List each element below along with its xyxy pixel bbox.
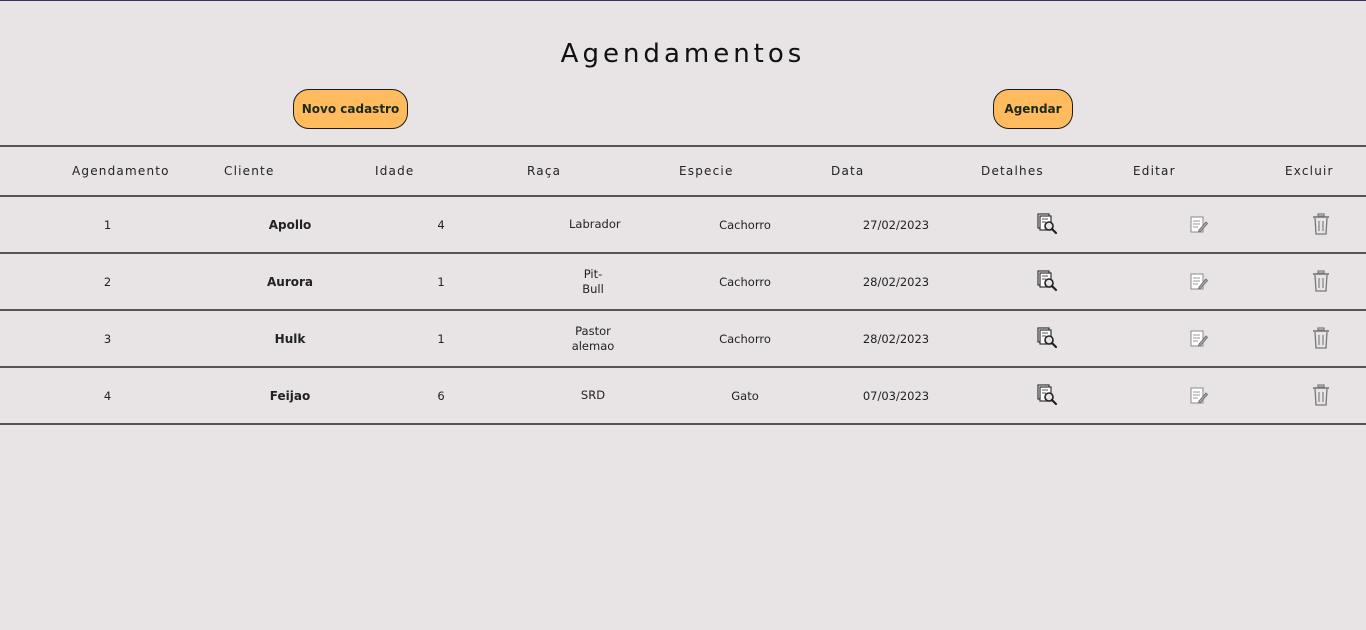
edit-cell: [1123, 310, 1275, 368]
details-cell: [971, 367, 1123, 425]
trash-icon[interactable]: [1308, 382, 1334, 408]
delete-cell: [1275, 367, 1366, 425]
col-header-cliente: Cliente: [215, 145, 365, 197]
edit-document-icon[interactable]: [1186, 269, 1212, 295]
edit-cell: [1123, 367, 1275, 425]
col-header-idade: Idade: [365, 145, 517, 197]
col-header-excluir: Excluir: [1275, 145, 1366, 197]
edit-document-icon[interactable]: [1186, 212, 1212, 238]
pet-species: Cachorro: [669, 253, 821, 311]
pet-age: 1: [365, 253, 517, 311]
appointment-date: 27/02/2023: [821, 196, 971, 254]
col-header-agendamento: Agendamento: [0, 145, 215, 197]
table-row: 2 Aurora 1 Pit-Bull Cachorro 28/02/2023: [0, 253, 1366, 311]
col-header-detalhes: Detalhes: [971, 145, 1123, 197]
client-name: Feijao: [215, 367, 365, 425]
pet-age: 4: [365, 196, 517, 254]
col-header-raca: Raça: [517, 145, 669, 197]
col-header-editar: Editar: [1123, 145, 1275, 197]
details-cell: [971, 310, 1123, 368]
appointment-id: 1: [0, 196, 215, 254]
appointment-id: 2: [0, 253, 215, 311]
appointment-date: 07/03/2023: [821, 367, 971, 425]
table-row: 4 Feijao 6 SRD Gato 07/03/2023: [0, 367, 1366, 425]
col-header-data: Data: [821, 145, 971, 197]
table-header-row: Agendamento Cliente Idade Raça Especie D…: [0, 145, 1366, 197]
trash-icon[interactable]: [1308, 211, 1334, 237]
client-name: Hulk: [215, 310, 365, 368]
appointments-table: Agendamento Cliente Idade Raça Especie D…: [0, 145, 1366, 425]
details-cell: [971, 253, 1123, 311]
pet-breed: Labrador: [517, 196, 669, 254]
edit-document-icon[interactable]: [1186, 326, 1212, 352]
client-name: Apollo: [215, 196, 365, 254]
details-search-icon[interactable]: [1034, 268, 1060, 294]
pet-species: Gato: [669, 367, 821, 425]
pet-breed: SRD: [517, 367, 669, 425]
details-cell: [971, 196, 1123, 254]
table-row: 1 Apollo 4 Labrador Cachorro 27/02/2023: [0, 196, 1366, 254]
edit-cell: [1123, 196, 1275, 254]
pet-breed: Pastor alemao: [517, 310, 669, 368]
pet-breed-label: Pit-Bull: [582, 266, 604, 296]
pet-age: 1: [365, 310, 517, 368]
pet-breed-label: Labrador: [569, 217, 621, 231]
pet-age: 6: [365, 367, 517, 425]
pet-species: Cachorro: [669, 310, 821, 368]
client-name: Aurora: [215, 253, 365, 311]
table-row: 3 Hulk 1 Pastor alemao Cachorro 28/02/20…: [0, 310, 1366, 368]
appointment-date: 28/02/2023: [821, 253, 971, 311]
delete-cell: [1275, 310, 1366, 368]
trash-icon[interactable]: [1308, 268, 1334, 294]
details-search-icon[interactable]: [1034, 325, 1060, 351]
appointment-date: 28/02/2023: [821, 310, 971, 368]
edit-cell: [1123, 253, 1275, 311]
details-search-icon[interactable]: [1034, 211, 1060, 237]
edit-document-icon[interactable]: [1186, 383, 1212, 409]
page-title: Agendamentos: [560, 39, 806, 69]
trash-icon[interactable]: [1308, 325, 1334, 351]
new-register-button[interactable]: Novo cadastro: [293, 89, 408, 129]
pet-breed: Pit-Bull: [517, 253, 669, 311]
appointment-id: 4: [0, 367, 215, 425]
details-search-icon[interactable]: [1034, 382, 1060, 408]
schedule-button[interactable]: Agendar: [993, 89, 1073, 129]
pet-species: Cachorro: [669, 196, 821, 254]
appointment-id: 3: [0, 310, 215, 368]
delete-cell: [1275, 196, 1366, 254]
pet-breed-label: SRD: [580, 388, 606, 402]
col-header-especie: Especie: [669, 145, 821, 197]
delete-cell: [1275, 253, 1366, 311]
pet-breed-label: Pastor alemao: [571, 323, 615, 353]
